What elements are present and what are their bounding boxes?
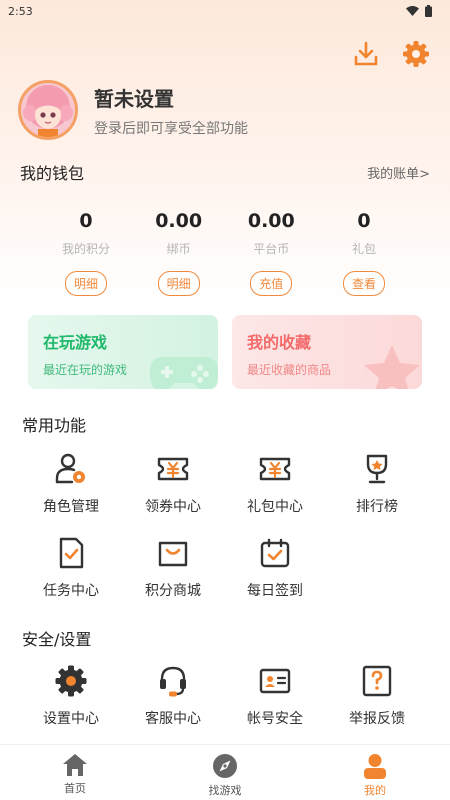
grid-item-report-feedback[interactable]: 举报反馈	[326, 664, 428, 748]
checkin-icon	[260, 538, 290, 568]
tab-find-games[interactable]: 找游戏	[150, 745, 300, 800]
security-settings-grid: 设置中心 客服中心 帐号安全 举报反馈	[20, 664, 428, 748]
wallet-value: 0	[357, 210, 371, 232]
role-icon	[55, 453, 85, 484]
wallet-label: 绑币	[166, 242, 191, 256]
profile-subtitle: 登录后即可享受全部功能	[94, 120, 248, 137]
gear-icon[interactable]	[402, 40, 430, 68]
grid-item-task-center[interactable]: 任务中心	[20, 536, 122, 620]
playing-games-card[interactable]: 在玩游戏 最近在玩的游戏	[28, 315, 218, 389]
favorites-card[interactable]: 我的收藏 最近收藏的商品	[232, 315, 422, 389]
bill-link[interactable]: 我的账单>	[367, 163, 430, 182]
grid-label: 领券中心	[145, 499, 201, 515]
profile-text: 暂未设置 登录后即可享受全部功能	[94, 83, 248, 138]
grid-label: 客服中心	[145, 711, 201, 727]
status-bar: 2:53	[0, 0, 450, 22]
star-icon	[364, 345, 420, 389]
top-actions	[352, 40, 430, 68]
wallet-label: 礼包	[351, 242, 376, 256]
avatar[interactable]	[18, 80, 78, 140]
tab-label: 首页	[64, 782, 86, 795]
gift-view-button[interactable]: 查看	[342, 271, 385, 296]
user-icon	[364, 754, 386, 779]
coupon-icon	[157, 457, 189, 481]
grid-item-settings-center[interactable]: 设置中心	[20, 664, 122, 748]
grid-label: 角色管理	[43, 499, 99, 515]
grid-item-account-security[interactable]: 帐号安全	[224, 664, 326, 748]
wallet-label: 平台币	[253, 242, 290, 256]
wallet-item-platform-coin: 0.00 平台币 充值	[225, 210, 317, 296]
bottom-tabbar: 首页 找游戏 我的	[0, 744, 450, 800]
wallet-header: 我的钱包 我的账单>	[20, 160, 430, 184]
headset-icon	[160, 666, 186, 697]
card-title: 在玩游戏	[43, 333, 108, 352]
battery-icon	[425, 5, 432, 17]
shop-bag-icon	[158, 541, 188, 567]
gift-coupon-icon	[259, 457, 291, 481]
question-icon	[362, 665, 392, 697]
id-card-icon	[259, 668, 291, 694]
points-detail-button[interactable]: 明细	[64, 271, 107, 296]
task-icon	[59, 537, 84, 569]
avatar-illustration	[23, 85, 73, 137]
grid-label: 排行榜	[356, 499, 398, 515]
recharge-button[interactable]: 充值	[250, 271, 293, 296]
bound-coin-detail-button[interactable]: 明细	[157, 271, 200, 296]
wallet-item-gift: 0 礼包 查看	[318, 210, 410, 296]
status-icons	[406, 5, 432, 17]
tab-mine[interactable]: 我的	[300, 745, 450, 800]
tab-label: 我的	[364, 784, 386, 797]
grid-item-daily-checkin[interactable]: 每日签到	[224, 536, 326, 620]
grid-item-coupon-center[interactable]: 领券中心	[122, 452, 224, 536]
tab-label: 找游戏	[208, 784, 242, 797]
compass-icon	[213, 754, 237, 778]
shortcut-cards: 在玩游戏 最近在玩的游戏 我的收藏 最近收藏的商品	[28, 315, 422, 389]
gamepad-icon	[150, 357, 218, 389]
trophy-icon	[366, 454, 388, 484]
grid-item-customer-service[interactable]: 客服中心	[122, 664, 224, 748]
status-time: 2:53	[8, 4, 33, 18]
grid-item-role-management[interactable]: 角色管理	[20, 452, 122, 536]
grid-item-leaderboard[interactable]: 排行榜	[326, 452, 428, 536]
tab-home[interactable]: 首页	[0, 745, 150, 800]
grid-label: 任务中心	[43, 583, 99, 599]
home-icon	[63, 754, 87, 776]
grid-label: 积分商城	[145, 583, 201, 599]
wallet-value: 0.00	[155, 210, 203, 232]
wallet-item-bound-coin: 0.00 绑币 明细	[133, 210, 225, 296]
grid-label: 礼包中心	[247, 499, 303, 515]
common-functions-grid: 角色管理 领券中心 礼包中心 排行榜 任务中心 积分商城 每日签到	[20, 452, 428, 620]
profile-name: 暂未设置	[94, 86, 174, 111]
common-functions-title: 常用功能	[22, 416, 87, 435]
wifi-icon	[406, 6, 419, 16]
wallet-value: 0	[79, 210, 93, 232]
grid-label: 举报反馈	[349, 711, 405, 727]
wallet-items: 0 我的积分 明细 0.00 绑币 明细 0.00 平台币 充值 0 礼包 查看	[40, 210, 410, 296]
wallet-label: 我的积分	[61, 242, 110, 256]
wallet-title: 我的钱包	[20, 164, 85, 183]
grid-item-gift-center[interactable]: 礼包中心	[224, 452, 326, 536]
wallet-value: 0.00	[247, 210, 295, 232]
grid-label: 设置中心	[43, 711, 99, 727]
grid-label: 每日签到	[247, 583, 303, 599]
grid-label: 帐号安全	[247, 711, 303, 727]
security-settings-title: 安全/设置	[22, 630, 92, 649]
download-icon[interactable]	[352, 40, 380, 68]
wallet-item-points: 0 我的积分 明细	[40, 210, 132, 296]
profile-section[interactable]: 暂未设置 登录后即可享受全部功能	[18, 80, 248, 140]
gear-icon	[55, 665, 87, 697]
grid-item-points-mall[interactable]: 积分商城	[122, 536, 224, 620]
